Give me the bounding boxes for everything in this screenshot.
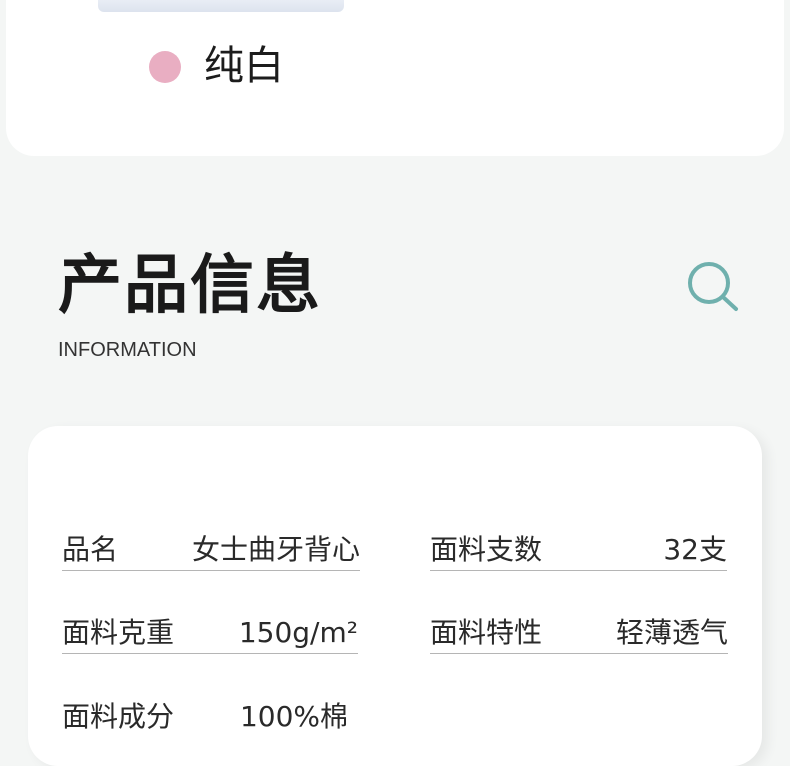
spec-key: 面料支数 xyxy=(430,533,543,566)
spec-key: 面料克重 xyxy=(62,616,175,649)
spec-key: 品名 xyxy=(62,533,119,566)
spec-key: 面料成分 xyxy=(62,700,175,733)
spec-row-composition: 面料成分 100%棉 xyxy=(62,697,352,737)
product-image xyxy=(98,0,344,12)
search-icon[interactable] xyxy=(686,260,740,314)
spec-value: 32支 xyxy=(663,533,727,566)
spec-row-name: 品名 女士曲牙背心 xyxy=(62,530,360,571)
color-label: 纯白 xyxy=(204,43,284,89)
spec-key: 面料特性 xyxy=(430,616,543,649)
spec-value: 女士曲牙背心 xyxy=(191,533,360,566)
spec-row-yarn-count: 面料支数 32支 xyxy=(430,530,727,571)
section-title: 产品信息 xyxy=(58,249,322,323)
spec-row-feature: 面料特性 轻薄透气 xyxy=(430,613,728,654)
spec-value: 100%棉 xyxy=(239,700,348,733)
section-subtitle: INFORMATION xyxy=(58,339,197,361)
color-card xyxy=(6,0,784,156)
spec-row-weight: 面料克重 150g/m² xyxy=(62,613,358,654)
spec-value: 轻薄透气 xyxy=(615,616,728,649)
color-swatch[interactable] xyxy=(149,51,181,83)
spec-value: 150g/m² xyxy=(238,616,358,649)
